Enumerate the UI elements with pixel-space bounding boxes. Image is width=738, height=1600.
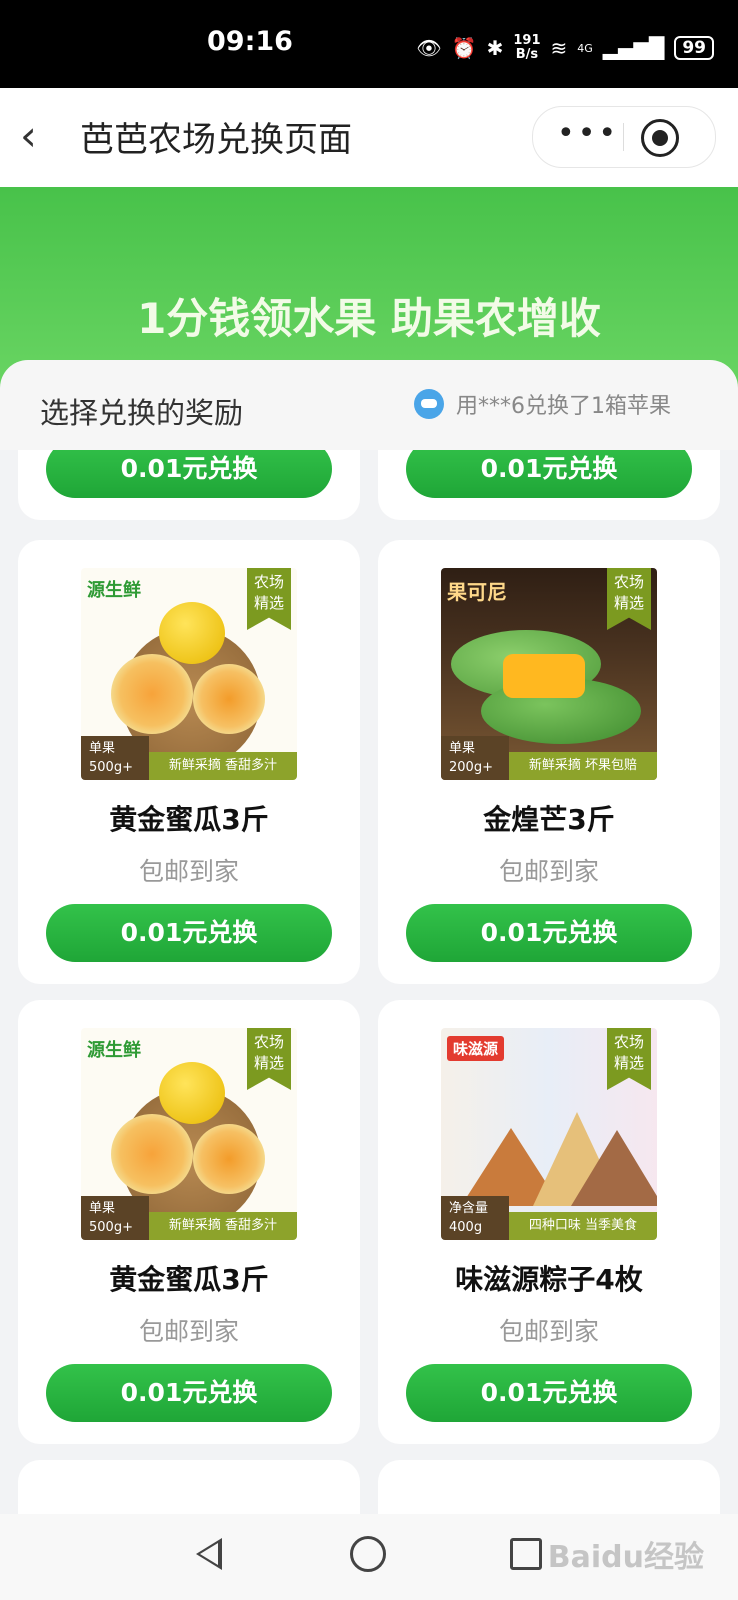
weight-label: 单果 200g+: [441, 736, 509, 780]
nav-back-icon[interactable]: [196, 1538, 222, 1570]
page-title: 芭芭农场兑换页面: [80, 120, 352, 160]
product-grid[interactable]: 0.01元兑换 0.01元兑换 源生鲜 农场 精选 单果 500g+ 新鲜采摘 香甜…: [0, 450, 738, 1514]
nav-recent-icon[interactable]: [510, 1538, 542, 1570]
farm-select-tag: 农场 精选: [247, 1028, 291, 1090]
melon-whole-shape: [159, 1062, 225, 1124]
product-name: 金煌芒3斤: [483, 803, 615, 836]
more-dots-icon[interactable]: •••: [557, 119, 619, 149]
product-card-partial: [18, 1460, 360, 1514]
product-card-partial: [378, 1460, 720, 1514]
brand-logo: 味滋源: [447, 1036, 505, 1061]
nav-home-icon[interactable]: [350, 1536, 386, 1572]
banner-title: 1分钱领水果 助果农增收: [137, 294, 601, 343]
melon-half-shape: [193, 1124, 265, 1194]
brand-logo: 果可尼: [447, 580, 507, 604]
battery-icon: 99: [674, 36, 714, 60]
product-subtitle: 包邮到家: [138, 857, 239, 886]
weight-label: 净含量 400g: [441, 1196, 509, 1240]
product-card[interactable]: 味滋源 农场 精选 净含量 400g 四种口味 当季美食 味滋源粽子4枚 包邮到家 …: [378, 1000, 720, 1444]
product-card[interactable]: 源生鲜 农场 精选 单果 500g+ 新鲜采摘 香甜多汁 黄金蜜瓜3斤 包邮到家 0…: [18, 540, 360, 984]
farm-select-tag: 农场 精选: [247, 568, 291, 630]
reward-panel-header: 选择兑换的奖励 用***6兑换了1箱苹果: [0, 360, 738, 450]
robot-avatar-icon: [414, 389, 444, 419]
farm-select-tag: 农场 精选: [607, 1028, 651, 1090]
system-nav-bar: Baidu经验: [0, 1514, 738, 1600]
eye-icon: 👁: [416, 36, 442, 60]
product-card[interactable]: 果可尼 农场 精选 单果 200g+ 新鲜采摘 坏果包赔 金煌芒3斤 包邮到家 0.…: [378, 540, 720, 984]
product-name: 黄金蜜瓜3斤: [109, 803, 269, 836]
zongzi-shape: [571, 1130, 657, 1206]
product-image: 源生鲜 农场 精选 单果 500g+ 新鲜采摘 香甜多汁: [81, 568, 297, 780]
product-image: 味滋源 农场 精选 净含量 400g 四种口味 当季美食: [441, 1028, 657, 1240]
slogan-label: 新鲜采摘 香甜多汁: [149, 1212, 297, 1240]
title-bar: ‹ 芭芭农场兑换页面 •••: [0, 88, 738, 187]
melon-half-shape: [111, 1114, 193, 1194]
back-arrow-icon[interactable]: ‹: [20, 114, 64, 160]
exchange-button[interactable]: 0.01元兑换: [46, 450, 332, 498]
status-bar: 09:16 👁 ⏰ ✱ 191 B/s ≋ 4G ▂▄▆█ 99: [0, 0, 738, 88]
brand-logo: 源生鲜: [87, 580, 141, 601]
product-card[interactable]: 源生鲜 农场 精选 单果 500g+ 新鲜采摘 香甜多汁 黄金蜜瓜3斤 包邮到家 0…: [18, 1000, 360, 1444]
product-image: 果可尼 农场 精选 单果 200g+ 新鲜采摘 坏果包赔: [441, 568, 657, 780]
alarm-icon: ⏰: [451, 36, 477, 60]
weight-label: 单果 500g+: [81, 1196, 149, 1240]
exchange-button[interactable]: 0.01元兑换: [46, 904, 332, 962]
product-subtitle: 包邮到家: [498, 857, 599, 886]
exchange-button[interactable]: 0.01元兑换: [406, 450, 692, 498]
mango-cut-shape: [503, 654, 585, 698]
slogan-label: 新鲜采摘 香甜多汁: [149, 752, 297, 780]
exchange-button[interactable]: 0.01元兑换: [406, 1364, 692, 1422]
bluetooth-icon: ✱: [486, 36, 504, 60]
product-name: 黄金蜜瓜3斤: [109, 1263, 269, 1296]
slogan-label: 新鲜采摘 坏果包赔: [509, 752, 657, 780]
product-name: 味滋源粽子4枚: [455, 1263, 643, 1296]
weight-label: 单果 500g+: [81, 736, 149, 780]
speed-unit: B/s: [515, 47, 539, 62]
melon-whole-shape: [159, 602, 225, 664]
product-card-partial: 0.01元兑换: [18, 450, 360, 520]
exchange-button[interactable]: 0.01元兑换: [406, 904, 692, 962]
product-subtitle: 包邮到家: [138, 1317, 239, 1346]
watermark: Baidu经验: [547, 1540, 704, 1575]
capsule-divider: [623, 123, 624, 151]
brand-logo: 源生鲜: [87, 1040, 141, 1061]
exchange-button[interactable]: 0.01元兑换: [46, 1364, 332, 1422]
close-target-icon[interactable]: [641, 119, 679, 157]
melon-half-shape: [111, 654, 193, 734]
product-subtitle: 包邮到家: [498, 1317, 599, 1346]
wifi-icon: ≋: [550, 36, 568, 60]
network-speed: 191 B/s: [513, 34, 540, 62]
status-icons: 👁 ⏰ ✱ 191 B/s ≋ 4G ▂▄▆█ 99: [416, 34, 714, 62]
network-type: 4G: [577, 41, 593, 55]
panel-title: 选择兑换的奖励: [40, 396, 244, 430]
exchange-notice: 用***6兑换了1箱苹果: [414, 388, 671, 420]
speed-value: 191: [513, 33, 541, 48]
farm-select-tag: 农场 精选: [607, 568, 651, 630]
product-card-partial: 0.01元兑换: [378, 450, 720, 520]
product-image: 源生鲜 农场 精选 单果 500g+ 新鲜采摘 香甜多汁: [81, 1028, 297, 1240]
melon-half-shape: [193, 664, 265, 734]
slogan-label: 四种口味 当季美食: [509, 1212, 657, 1240]
signal-icon: ▂▄▆█: [602, 36, 665, 60]
miniapp-capsule: •••: [532, 106, 716, 168]
notice-text: 用***6兑换了1箱苹果: [456, 394, 671, 419]
